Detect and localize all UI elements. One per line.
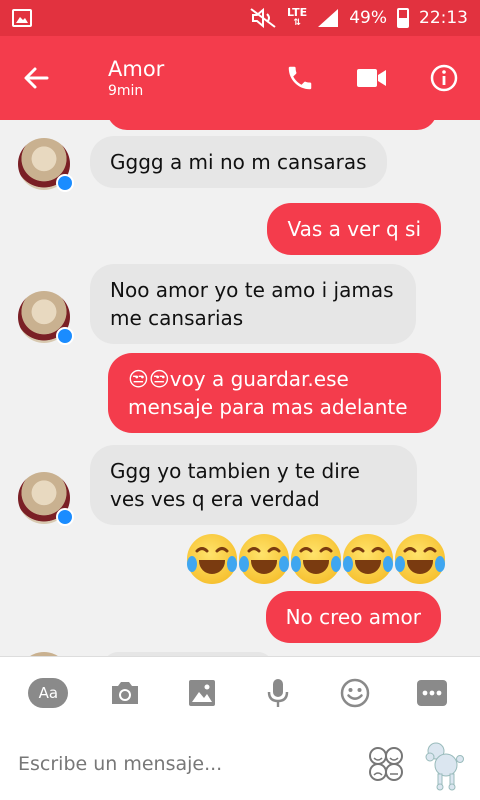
gallery-notification-icon [12,9,32,27]
video-camera-icon [357,69,386,87]
sticker-faces-icon [369,747,403,781]
network-type: LTE ⇅ [286,6,308,28]
message-input[interactable] [18,753,318,775]
contact-avatar[interactable] [18,138,74,192]
info-icon [430,64,458,92]
gallery-button[interactable] [180,671,224,715]
laughing-with-tears-emoji [239,534,289,584]
messenger-badge-icon [56,174,74,192]
text-format-button[interactable]: Aa [26,671,70,715]
laughing-with-tears-emoji [395,534,445,584]
status-bar: LTE ⇅ 49% 22:13 [0,0,480,36]
message-bubble-outgoing[interactable]: 😒😒voy a guardar.ese mensaje para mas ade… [108,353,441,433]
more-dots-icon [416,679,447,706]
message-list[interactable]: Gggg a mi no m cansaras Vas a ver q si N… [0,120,480,656]
contact-avatar[interactable] [18,291,74,345]
contact-title[interactable]: Amor 9min [108,57,164,99]
phone-icon [288,66,312,90]
conversation-info-button[interactable] [408,36,480,120]
contact-avatar[interactable] [18,472,74,526]
conversation-header: Amor 9min [0,36,480,120]
voice-message-button[interactable] [256,671,300,715]
message-bubble-incoming[interactable]: Noo amor yo te amo i jamas me cansarias [90,264,416,344]
message-composer [0,728,480,800]
sticker-picker-button[interactable] [366,744,406,784]
video-call-button[interactable] [336,36,408,120]
message-bubble-incoming[interactable]: Ggg yo tambien y te dire ves ves q era v… [90,445,417,525]
signal-icon [318,9,339,27]
laughing-with-tears-emoji [187,534,237,584]
arrow-back-icon [24,67,49,89]
message-bubble-outgoing[interactable]: Vas a ver q si [267,203,441,255]
battery-icon [397,8,409,28]
battery-percent: 49% [349,8,387,28]
more-options-button[interactable] [410,671,454,715]
messenger-badge-icon [56,327,74,345]
laughing-with-tears-emoji [291,534,341,584]
emoji-message[interactable] [187,534,445,584]
poodle-sticker-icon [425,742,464,791]
mute-icon [250,7,276,29]
smiley-icon [340,678,370,707]
contact-name: Amor [108,57,165,81]
camera-icon [111,681,138,704]
camera-button[interactable] [103,671,147,715]
last-active: 9min [108,83,144,99]
laughing-with-tears-emoji [343,534,393,584]
clock: 22:13 [419,8,468,28]
back-button[interactable] [0,36,72,120]
quick-sticker-button[interactable] [416,737,470,791]
image-icon [188,679,215,706]
emoji-button[interactable] [333,671,377,715]
microphone-icon [268,678,289,707]
messenger-badge-icon [56,508,74,526]
message-bubble-incoming[interactable]: Gggg a mi no m cansaras [90,136,387,188]
composer-toolbar: Aa [0,656,480,728]
message-bubble-outgoing[interactable]: No creo amor [265,591,441,643]
voice-call-button[interactable] [264,36,336,120]
previous-message-bubble [107,120,437,130]
